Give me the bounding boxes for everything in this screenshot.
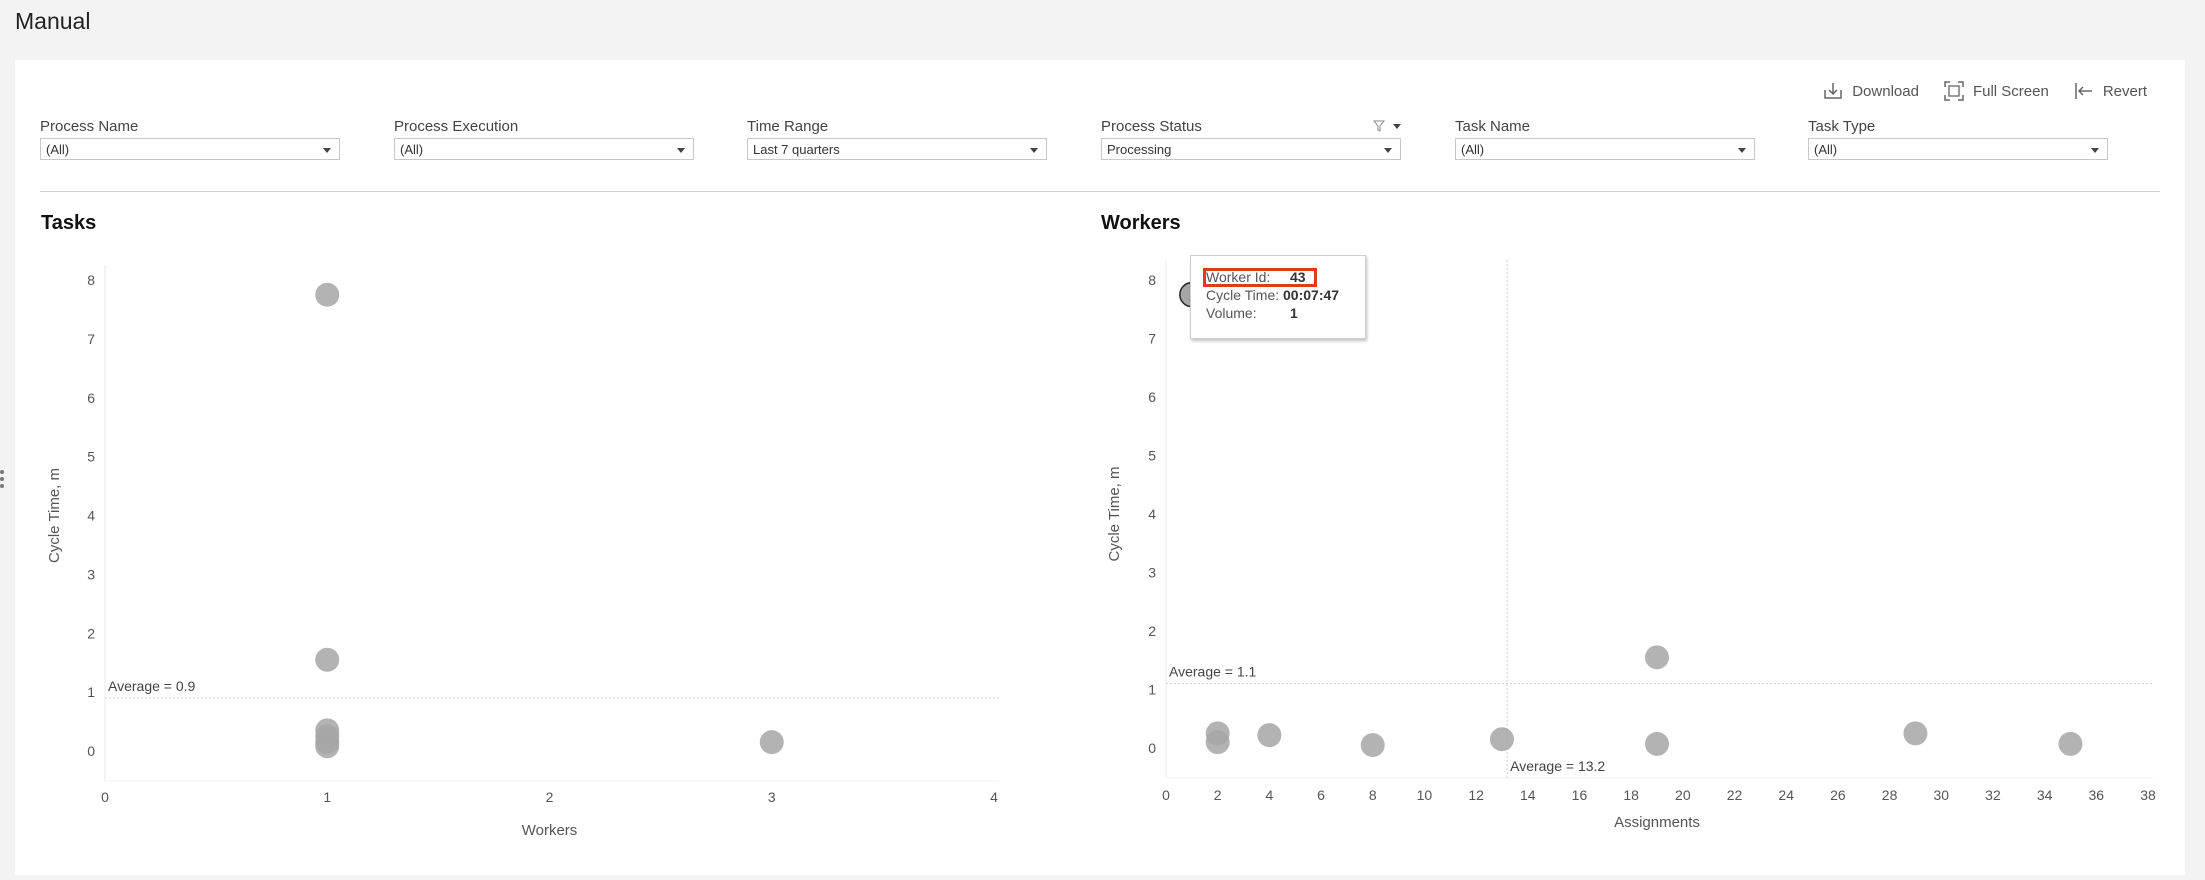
tooltip-cycle-label: Cycle Time: [1206,287,1280,303]
tooltip-cycle-value: 00:07:47 [1283,287,1340,303]
y-tick-label: 6 [1148,389,1156,405]
x-tick-label: 16 [1572,787,1588,803]
tooltip-volume-label: Volume: [1206,305,1257,321]
x-tick-label: 2 [1214,787,1222,803]
average-label-x: Average = 13.2 [1510,758,1605,774]
data-point [1645,731,1669,756]
y-tick-label: 2 [1148,623,1156,639]
x-tick-label: 32 [1985,787,2001,803]
x-tick-label: 4 [1265,787,1273,803]
data-point [1205,730,1230,755]
x-tick-label: 14 [1520,787,1536,803]
data-point [1645,645,1669,670]
y-tick-label: 8 [1148,272,1156,288]
worker-tooltip: Worker Id: 43 Cycle Time: 00:07:47 Volume… [1190,255,1366,339]
tooltip-volume-value: 1 [1290,305,1298,321]
data-point [1257,723,1282,748]
x-tick-label: 12 [1468,787,1484,803]
y-tick-label: 5 [1148,448,1156,464]
x-tick-label: 30 [1933,787,1949,803]
y-tick-label: 3 [1148,565,1156,581]
workers-chart: 0 1 2 3 4 5 6 7 8 0 2 4 6 8 10 12 14 16 18 20 22 24 26 28 30 32 34… [15,60,2185,880]
y-tick-label: 0 [1148,740,1156,756]
x-tick-label: 8 [1369,787,1377,803]
data-point [2058,731,2083,756]
x-tick-label: 10 [1417,787,1433,803]
data-point [1489,727,1514,752]
resize-handle[interactable] [0,470,4,491]
page-title: Manual [15,8,91,34]
average-label-y: Average = 1.1 [1169,664,1257,680]
x-tick-label: 36 [2089,787,2105,803]
tooltip-highlight-box [1203,268,1317,287]
data-point [1903,721,1928,746]
x-tick-label: 20 [1675,787,1691,803]
workers-scatter-plot: 0123456780 2 4 6 8 10 12 14 16 18 20 22 24 26 28 30 32 34… [1106,260,2156,831]
y-tick-label: 1 [1148,682,1156,698]
x-tick-label: 38 [2140,787,2156,803]
x-tick-label: 24 [1778,787,1794,803]
x-tick-label: 28 [1882,787,1898,803]
x-tick-label: 26 [1830,787,1846,803]
y-axis-label: Cycle Time, m [1106,466,1123,561]
x-tick-label: 0 [1162,787,1170,803]
x-tick-label: 18 [1623,787,1639,803]
dashboard-panel: Download Full Screen Revert Process Name… [15,60,2185,875]
y-tick-label: 4 [1148,506,1156,522]
x-tick-label: 6 [1317,787,1325,803]
y-tick-label: 7 [1148,331,1156,347]
x-tick-label: 22 [1727,787,1743,803]
data-point [1360,733,1385,758]
x-tick-label: 34 [2037,787,2053,803]
x-axis-label: Assignments [1614,814,1700,831]
